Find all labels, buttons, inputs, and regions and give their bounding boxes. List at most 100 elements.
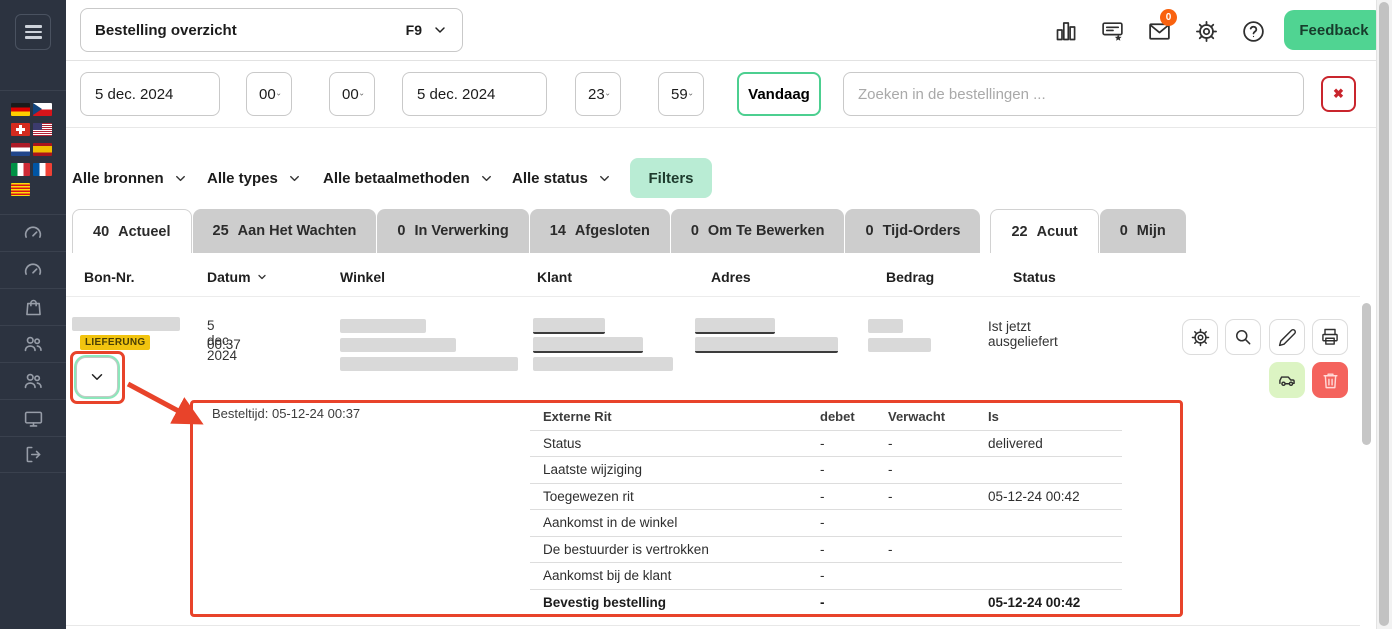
order-details-button[interactable] — [1225, 319, 1261, 355]
tab-tijd-orders[interactable]: 0Tijd-Orders — [845, 209, 980, 253]
order-number-redacted — [72, 317, 180, 331]
order-delivery-button[interactable] — [1269, 362, 1305, 398]
status-dropdown[interactable]: Alle status — [512, 163, 612, 193]
clear-search-button[interactable]: ✖ — [1321, 76, 1356, 112]
header-divider — [66, 296, 1360, 297]
col-header-datum[interactable]: Datum — [207, 269, 268, 285]
car-icon — [1277, 370, 1297, 390]
minute-from-select[interactable]: 00 — [329, 72, 375, 116]
amount-redacted — [868, 338, 931, 352]
tab-aan-het-wachten[interactable]: 25Aan Het Wachten — [193, 209, 377, 253]
logout-icon — [23, 444, 44, 465]
search-input[interactable] — [843, 72, 1304, 116]
store-redacted — [340, 338, 456, 352]
order-edit-button[interactable] — [1269, 319, 1305, 355]
menu-toggle-button[interactable] — [15, 14, 51, 50]
flag-switzerland-icon[interactable] — [11, 123, 30, 136]
detail-row-toegewezen-rit: Toegewezen rit - - 05-12-24 00:42 — [530, 484, 1122, 511]
col-header-bonnr[interactable]: Bon-Nr. — [84, 269, 135, 285]
hour-from-select[interactable]: 00 — [246, 72, 292, 116]
customer-link-redacted[interactable] — [533, 337, 643, 353]
filters-button[interactable]: Filters — [630, 158, 712, 198]
gauge-icon — [22, 222, 44, 244]
delivery-type-badge: LIEFERUNG — [80, 335, 150, 350]
tab-actueel[interactable]: 40Actueel — [72, 209, 192, 253]
sidebar-item-dashboard[interactable] — [0, 214, 66, 251]
sort-desc-icon — [256, 271, 268, 283]
monitor-icon — [23, 408, 44, 429]
date-from-input[interactable]: 5 dec. 2024 — [80, 72, 220, 116]
users-icon — [22, 333, 44, 355]
statistics-button[interactable] — [1053, 18, 1079, 44]
flag-spain-icon[interactable] — [33, 143, 52, 156]
col-header-status[interactable]: Status — [1013, 269, 1056, 285]
order-settings-button[interactable] — [1182, 319, 1218, 355]
col-header-klant[interactable]: Klant — [537, 269, 572, 285]
sidebar-item-logout[interactable] — [0, 436, 66, 473]
col-header-winkel[interactable]: Winkel — [340, 269, 385, 285]
page-scrollbar-thumb[interactable] — [1379, 2, 1389, 626]
flag-france-icon[interactable] — [33, 163, 52, 176]
detail-col-verwacht: Verwacht — [888, 409, 988, 424]
sidebar-item-staff[interactable] — [0, 362, 66, 399]
detail-header-row: Externe Rit debet Verwacht Is — [530, 404, 1122, 431]
sidebar-item-customers[interactable] — [0, 325, 66, 362]
detail-row-status: Status - - delivered — [530, 431, 1122, 458]
help-icon — [1241, 19, 1266, 44]
customer-link-redacted[interactable] — [533, 318, 605, 334]
payment-methods-dropdown[interactable]: Alle betaalmethoden — [323, 163, 494, 193]
flag-czech-icon[interactable] — [33, 103, 52, 116]
order-delete-button[interactable] — [1312, 362, 1348, 398]
tab-in-verwerking[interactable]: 0In Verwerking — [377, 209, 528, 253]
sidebar-item-statistics[interactable] — [0, 251, 66, 288]
chevron-down-icon — [173, 171, 188, 186]
flag-usa-icon[interactable] — [33, 123, 52, 136]
sidebar-item-shop[interactable] — [0, 288, 66, 325]
detail-row-bevestig-bestelling: Bevestig bestelling - 05-12-24 00:42 — [530, 590, 1122, 617]
sidebar — [0, 0, 66, 629]
chevron-down-icon — [287, 171, 302, 186]
chevron-down-icon — [359, 88, 364, 101]
reviews-button[interactable] — [1099, 18, 1125, 44]
chevron-down-icon — [688, 88, 693, 101]
chevron-down-icon — [432, 22, 448, 38]
flag-catalonia-icon[interactable] — [11, 183, 30, 196]
feedback-button[interactable]: Feedback — [1284, 10, 1384, 50]
sidebar-item-terminal[interactable] — [0, 399, 66, 436]
sources-dropdown[interactable]: Alle bronnen — [72, 163, 188, 193]
col-header-adres[interactable]: Adres — [711, 269, 751, 285]
chevron-down-icon — [597, 171, 612, 186]
detail-row-bestuurder-vertrokken: De bestuurder is vertrokken - - — [530, 537, 1122, 564]
status-tabs: 40Actueel 25Aan Het Wachten 0In Verwerki… — [72, 209, 1187, 253]
mail-badge: 0 — [1160, 9, 1177, 26]
order-print-button[interactable] — [1312, 319, 1348, 355]
pencil-icon — [1278, 328, 1297, 347]
chevron-down-icon — [479, 171, 494, 186]
page-select[interactable]: Bestelling overzicht F9 — [80, 8, 463, 52]
gauge-icon — [22, 259, 44, 281]
order-placed-time: Besteltijd: 05-12-24 00:37 — [212, 406, 360, 421]
users-icon — [22, 370, 44, 392]
address-link-redacted[interactable] — [695, 318, 775, 334]
tab-om-te-bewerken[interactable]: 0Om Te Bewerken — [671, 209, 845, 253]
hour-to-select[interactable]: 23 — [575, 72, 621, 116]
gear-icon — [1190, 327, 1211, 348]
address-link-redacted[interactable] — [695, 337, 838, 353]
today-button[interactable]: Vandaag — [737, 72, 821, 116]
flag-germany-icon[interactable] — [11, 103, 30, 116]
flag-italy-icon[interactable] — [11, 163, 30, 176]
flag-netherlands-icon[interactable] — [11, 143, 30, 156]
tab-mijn[interactable]: 0Mijn — [1100, 209, 1186, 253]
table-scrollbar-thumb[interactable] — [1362, 303, 1371, 445]
tab-afgesloten[interactable]: 14Afgesloten — [530, 209, 670, 253]
help-button[interactable] — [1240, 18, 1266, 44]
detail-col-is: Is — [988, 409, 1122, 424]
settings-button[interactable] — [1193, 18, 1219, 44]
types-dropdown[interactable]: Alle types — [207, 163, 302, 193]
col-header-bedrag[interactable]: Bedrag — [886, 269, 934, 285]
minute-to-select[interactable]: 59 — [658, 72, 704, 116]
date-to-input[interactable]: 5 dec. 2024 — [402, 72, 547, 116]
store-redacted — [340, 319, 426, 333]
tab-acuut[interactable]: 22Acuut — [990, 209, 1098, 253]
shopping-bag-icon — [23, 297, 44, 318]
